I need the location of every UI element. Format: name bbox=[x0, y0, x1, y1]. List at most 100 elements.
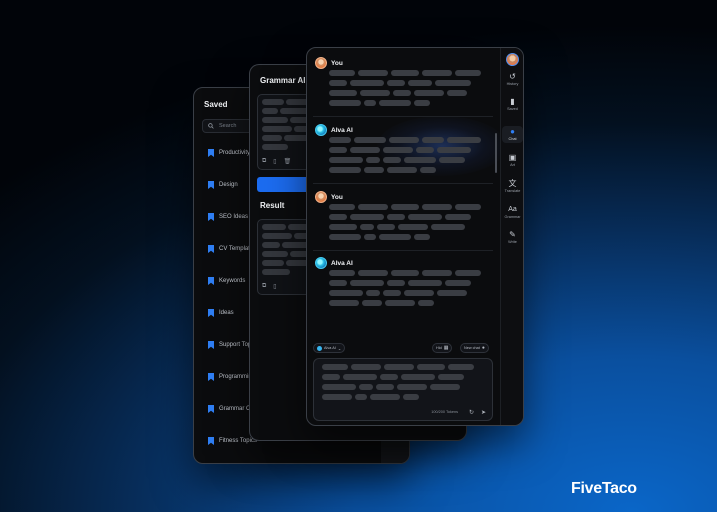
message-divider bbox=[313, 116, 493, 117]
text-placeholder-line bbox=[404, 157, 436, 163]
text-placeholder-line bbox=[366, 157, 380, 163]
text-placeholder-line bbox=[384, 364, 414, 370]
copy-icon[interactable]: ⧉ bbox=[262, 158, 266, 165]
saved-item-label: SEO Ideas bbox=[219, 214, 249, 220]
text-placeholder-line bbox=[416, 147, 434, 153]
sidebar-item-chat[interactable]: ● Chat bbox=[502, 126, 523, 143]
saved-item[interactable]: Programmir bbox=[208, 372, 250, 382]
refresh-icon[interactable]: ↻ bbox=[469, 409, 474, 416]
text-placeholder-line bbox=[422, 270, 452, 276]
scrollbar[interactable] bbox=[495, 133, 497, 173]
sidebar-item-write[interactable]: ✎ Write bbox=[501, 230, 523, 245]
chat-panel: You Alva AI You Alva AI Alva AI ⌄ Hid ▦ … bbox=[306, 47, 524, 426]
bookmark-icon bbox=[208, 437, 214, 445]
sidebar-item-saved[interactable]: ▮ Saved bbox=[501, 98, 523, 112]
sidebar-item-label: Chat bbox=[508, 137, 517, 141]
text-placeholder-line bbox=[422, 137, 444, 143]
saved-item-label: Programmir bbox=[219, 374, 251, 380]
bookmark-icon[interactable]: ▯ bbox=[273, 158, 276, 165]
saved-item-label: Ideas bbox=[219, 310, 234, 316]
text-placeholder-line bbox=[329, 280, 347, 286]
text-placeholder-line bbox=[322, 394, 352, 400]
sidebar-item-art[interactable]: ▣ Art bbox=[501, 154, 523, 168]
text-placeholder-line bbox=[329, 224, 357, 230]
saved-item[interactable]: Support Top bbox=[208, 340, 251, 350]
saved-item[interactable]: Productivity bbox=[208, 148, 250, 158]
text-placeholder-line bbox=[329, 70, 355, 76]
sidebar-item-translate[interactable]: 文 Translate bbox=[501, 179, 523, 194]
sidebar-item-grammar[interactable]: Aa Grammar bbox=[501, 206, 523, 219]
text-placeholder-line bbox=[418, 300, 434, 306]
text-placeholder-line bbox=[358, 204, 388, 210]
text-placeholder-line bbox=[437, 147, 471, 153]
chat-input-box[interactable]: 100/200 Tokens ↻ ➤ bbox=[313, 358, 493, 421]
text-placeholder-line bbox=[262, 224, 286, 230]
text-placeholder-line bbox=[455, 70, 481, 76]
saved-item-label: Keywords bbox=[219, 278, 246, 284]
text-placeholder-line bbox=[383, 157, 401, 163]
copy-icon[interactable]: ⧉ bbox=[262, 283, 266, 290]
bookmark-icon bbox=[208, 405, 214, 413]
text-placeholder-line bbox=[329, 80, 347, 86]
profile-avatar[interactable] bbox=[506, 53, 519, 66]
text-placeholder-line bbox=[329, 100, 361, 106]
text-placeholder-line bbox=[435, 80, 471, 86]
translate-icon: 文 bbox=[508, 179, 517, 188]
user-avatar bbox=[315, 57, 327, 69]
text-placeholder-line bbox=[408, 214, 442, 220]
text-placeholder-line bbox=[262, 117, 288, 123]
bookmark-icon bbox=[208, 277, 214, 285]
model-selector[interactable]: Alva AI ⌄ bbox=[313, 343, 346, 353]
text-placeholder-line bbox=[329, 300, 359, 306]
bookmark-icon bbox=[208, 245, 214, 253]
text-placeholder-line bbox=[437, 290, 467, 296]
saved-item[interactable]: Design bbox=[208, 180, 238, 190]
saved-item[interactable]: Fitness Topics bbox=[208, 436, 257, 446]
sidebar-item-label: Translate bbox=[504, 189, 521, 193]
saved-item[interactable]: Grammar Co bbox=[208, 404, 254, 414]
text-placeholder-line bbox=[322, 374, 340, 380]
text-placeholder-line bbox=[358, 70, 388, 76]
text-placeholder-line bbox=[379, 234, 411, 240]
text-placeholder-line bbox=[364, 167, 384, 173]
text-placeholder-line bbox=[262, 233, 292, 239]
saved-item[interactable]: SEO Ideas bbox=[208, 212, 248, 222]
bookmark-icon bbox=[208, 213, 214, 221]
saved-item[interactable]: CV Templat bbox=[208, 244, 250, 254]
saved-item-label: Design bbox=[219, 182, 238, 188]
text-placeholder-line bbox=[350, 80, 384, 86]
text-placeholder-line bbox=[383, 147, 413, 153]
text-placeholder-line bbox=[262, 260, 284, 266]
saved-item[interactable]: Ideas bbox=[208, 308, 234, 318]
text-placeholder-line bbox=[383, 290, 401, 296]
bookmark-icon[interactable]: ▯ bbox=[273, 283, 276, 290]
text-placeholder-line bbox=[350, 147, 380, 153]
send-icon[interactable]: ➤ bbox=[481, 409, 486, 416]
text-placeholder-line bbox=[329, 137, 351, 143]
text-placeholder-line bbox=[358, 270, 388, 276]
text-placeholder-line bbox=[408, 280, 442, 286]
text-placeholder-line bbox=[370, 394, 400, 400]
text-placeholder-line bbox=[391, 270, 419, 276]
sidebar-item-history[interactable]: ↺ History bbox=[501, 73, 523, 87]
text-placeholder-line bbox=[262, 126, 292, 132]
hide-toggle-label: Hid bbox=[436, 346, 442, 350]
saved-item-label: Productivity bbox=[219, 150, 251, 156]
text-placeholder-line bbox=[359, 384, 373, 390]
hide-toggle[interactable]: Hid ▦ bbox=[432, 343, 453, 353]
trash-icon[interactable]: 🗑 bbox=[284, 158, 292, 165]
text-placeholder-line bbox=[403, 394, 419, 400]
ai-avatar bbox=[315, 124, 327, 136]
sidebar-item-label: Write bbox=[508, 240, 517, 244]
saved-item[interactable]: Keywords bbox=[208, 276, 245, 286]
token-counter: 100/200 Tokens bbox=[431, 410, 458, 414]
new-chat-button[interactable]: New chat ● bbox=[460, 343, 489, 353]
bookmark-icon bbox=[208, 149, 214, 157]
saved-item-label: CV Templat bbox=[219, 246, 250, 252]
text-placeholder-line bbox=[380, 374, 398, 380]
text-placeholder-line bbox=[350, 280, 384, 286]
pen-icon: ✎ bbox=[509, 230, 516, 239]
message-divider bbox=[313, 183, 493, 184]
user-avatar bbox=[315, 191, 327, 203]
text-placeholder-line bbox=[448, 364, 474, 370]
